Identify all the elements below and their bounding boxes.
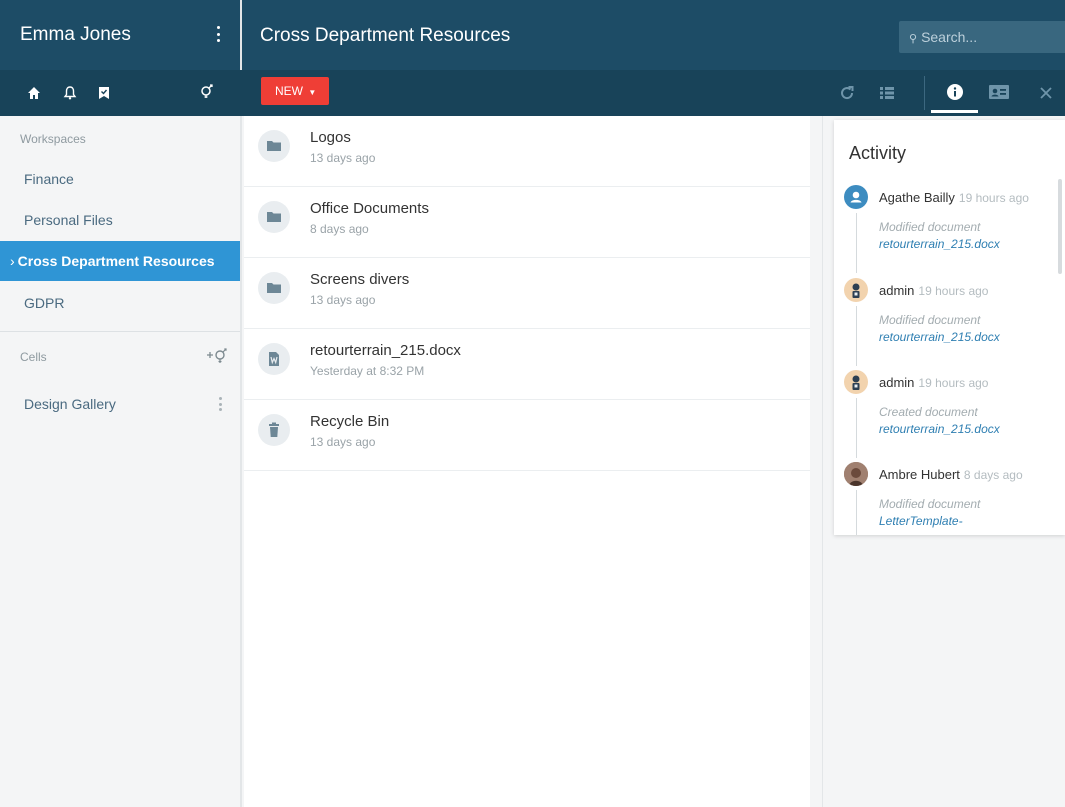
- page-title: Cross Department Resources: [260, 25, 511, 46]
- active-tab-indicator: [931, 110, 978, 113]
- sidebar-item-label: Design Gallery: [24, 396, 116, 412]
- activity-title: Activity: [849, 143, 907, 163]
- activity-document-link[interactable]: retourterrain_215.docx: [879, 330, 1000, 344]
- timeline-line: [856, 213, 857, 273]
- file-date: 8 days ago: [310, 222, 369, 236]
- admin-icon: [852, 283, 860, 298]
- search-icon: ⚲: [909, 33, 918, 45]
- sidebar-item-finance[interactable]: Finance: [0, 159, 240, 199]
- sidebar: Emma Jones Workspaces Finance Personal F…: [0, 0, 242, 807]
- cells-label: Cells: [20, 350, 47, 364]
- activity-card: Activity Agathe Bailly 19 hours ago Modif…: [834, 120, 1065, 535]
- activity-document-link[interactable]: retourterrain_215.docx: [879, 422, 1000, 436]
- list-item[interactable]: Office Documents 8 days ago: [244, 187, 810, 258]
- folder-icon: [267, 212, 281, 222]
- admin-icon: [852, 375, 860, 390]
- sidebar-icon-bar: [0, 70, 242, 116]
- file-date: 13 days ago: [310, 293, 376, 307]
- activity-time: 8 days ago: [963, 468, 1023, 482]
- activity-user: admin 19 hours ago: [879, 375, 989, 390]
- sidebar-item-gdpr[interactable]: GDPR: [0, 283, 240, 323]
- info-icon[interactable]: [946, 83, 964, 101]
- workspaces-label: Workspaces: [20, 132, 86, 146]
- file-date: Yesterday at 8:32 PM: [310, 364, 425, 378]
- home-icon[interactable]: [26, 85, 42, 101]
- cell-menu-icon[interactable]: [219, 397, 222, 411]
- bell-icon[interactable]: [62, 85, 78, 101]
- activity-action: Created document: [879, 405, 978, 419]
- sidebar-header: Emma Jones: [0, 0, 242, 116]
- file-avatar: [258, 130, 290, 162]
- activity-document-link[interactable]: retourterrain_215.docx: [879, 237, 1000, 251]
- file-date: 13 days ago: [310, 435, 376, 449]
- file-avatar: [258, 272, 290, 304]
- admin-avatar: [844, 370, 868, 394]
- file-name: Logos: [310, 129, 351, 146]
- new-button[interactable]: NEW ▼: [261, 77, 329, 105]
- file-date: 13 days ago: [310, 151, 376, 165]
- file-avatar: [258, 343, 290, 375]
- sidebar-item-personal-files[interactable]: Personal Files: [0, 200, 240, 240]
- timeline-line: [856, 490, 857, 535]
- admin-avatar: [844, 278, 868, 302]
- list-item[interactable]: Logos 13 days ago: [244, 116, 810, 187]
- photo-avatar: [844, 462, 868, 486]
- close-icon[interactable]: [1037, 84, 1055, 102]
- file-list: Logos 13 days ago Office Documents 8 day…: [244, 116, 810, 807]
- sidebar-item-cross-department-resources[interactable]: › Cross Department Resources: [0, 241, 240, 281]
- add-cell-icon[interactable]: [206, 345, 230, 365]
- refresh-icon[interactable]: [838, 84, 856, 102]
- word-document-icon: [269, 352, 279, 366]
- activity-user: Agathe Bailly 19 hours ago: [879, 190, 1029, 205]
- default-user-avatar: [844, 185, 868, 209]
- file-name: retourterrain_215.docx: [310, 342, 461, 359]
- info-panel-divider: [822, 116, 823, 807]
- cells-icon[interactable]: [199, 83, 215, 99]
- list-item[interactable]: Screens divers 13 days ago: [244, 258, 810, 329]
- timeline-line: [856, 306, 857, 366]
- activity-action: Modified document: [879, 313, 981, 327]
- toolbar: NEW ▼: [242, 70, 1065, 116]
- file-name: Recycle Bin: [310, 413, 390, 430]
- scrollbar[interactable]: [1058, 179, 1062, 274]
- folder-icon: [267, 283, 281, 293]
- user-photo-icon: [844, 462, 868, 486]
- header: Cross Department Resources ⚲ Search...: [242, 0, 1065, 70]
- activity-user: admin 19 hours ago: [879, 283, 989, 298]
- file-avatar: [258, 201, 290, 233]
- activity-time: 19 hours ago: [918, 376, 989, 390]
- user-name[interactable]: Emma Jones: [20, 24, 131, 46]
- search-input[interactable]: ⚲ Search...: [899, 21, 1065, 53]
- activity-user: Ambre Hubert 8 days ago: [879, 467, 1023, 482]
- sidebar-item-design-gallery[interactable]: Design Gallery: [0, 384, 240, 424]
- trash-icon: [269, 422, 279, 437]
- list-view-icon[interactable]: [878, 84, 896, 102]
- activity-action: Modified document: [879, 497, 981, 511]
- bookmark-icon[interactable]: [96, 85, 112, 101]
- activity-time: 19 hours ago: [958, 191, 1029, 205]
- contact-card-icon[interactable]: [988, 83, 1010, 101]
- user-menu-icon[interactable]: [212, 22, 224, 46]
- timeline-line: [856, 398, 857, 458]
- folder-icon: [267, 141, 281, 151]
- activity-document-link[interactable]: LetterTemplate-: [879, 514, 963, 528]
- caret-down-icon: ▼: [308, 88, 317, 97]
- activity-action: Modified document: [879, 220, 981, 234]
- sidebar-divider: [0, 331, 240, 332]
- file-name: Screens divers: [310, 271, 410, 288]
- file-name: Office Documents: [310, 200, 429, 217]
- activity-time: 19 hours ago: [918, 284, 989, 298]
- chevron-right-icon: ›: [10, 253, 15, 269]
- list-item[interactable]: Recycle Bin 13 days ago: [244, 400, 810, 471]
- sidebar-item-label: Cross Department Resources: [17, 253, 215, 269]
- list-item[interactable]: retourterrain_215.docx Yesterday at 8:32…: [244, 329, 810, 400]
- toolbar-divider: [924, 76, 925, 110]
- user-icon: [850, 191, 862, 203]
- file-avatar: [258, 414, 290, 446]
